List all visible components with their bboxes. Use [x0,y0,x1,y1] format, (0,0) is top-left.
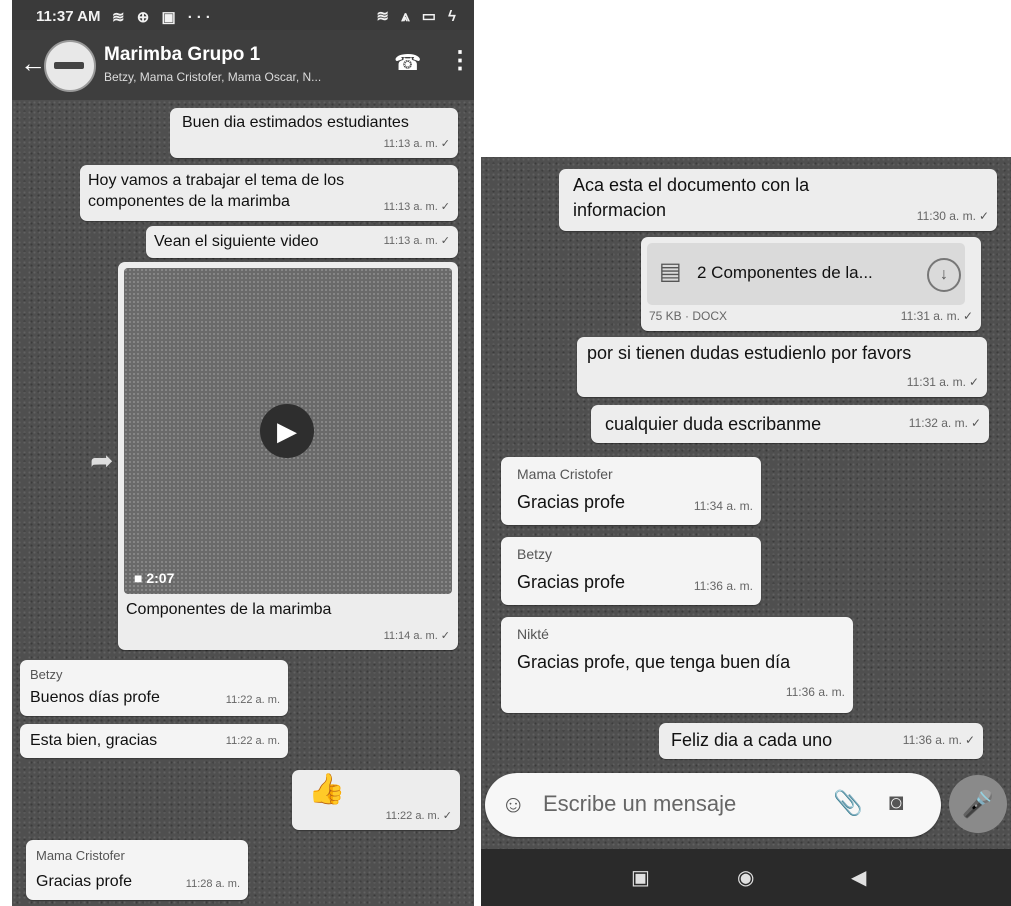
message-text-line1: Aca esta el documento con la [573,175,810,195]
message-sender: Betzy [30,667,63,682]
message-sender: Nikté [517,626,549,642]
message-sender: Betzy [517,546,553,562]
message-sender: Mama Cristofer [36,848,125,863]
chat-members: Betzy, Mama Cristofer, Mama Oscar, N... [104,70,322,84]
document-info: 75 KB · DOCX [649,309,728,323]
message-time: 11:22 a. m. ✓ [385,810,452,822]
group-avatar[interactable] [44,40,96,92]
forward-icon[interactable]: ➦ [90,444,113,477]
message-text: Buenos días profe [30,689,160,706]
message-text-line2: informacion [573,200,667,220]
video-caption: Componentes de la marimba [126,601,332,618]
message-text-line2: componentes de la marimba [88,193,290,210]
chat-header[interactable]: ← Marimba Grupo 1 Betzy, Mama Cristofer,… [12,30,474,100]
sticker-message[interactable]: 👍 11:22 a. m. ✓ [292,770,460,830]
download-icon[interactable]: ↓ [927,258,961,292]
read-check-icon: ✓ [964,733,975,747]
message-time: 11:31 a. m. ✓ [900,309,973,323]
message-text: por si tienen dudas estudienlo por favor… [587,343,912,363]
document-attachment[interactable]: ▤ 2 Componentes de la... ↓ [647,243,965,305]
message-time: 11:13 a. m. ✓ [383,138,450,150]
chat-screen-right: Aca esta el documento con la informacion… [481,157,1011,906]
message-incoming[interactable]: Betzy Gracias profe 11:36 a. m. [501,537,761,605]
video-duration: ■ 2:07 [134,570,175,586]
notification-icons: ≋ ⊕ ▣ ··· [112,9,215,26]
document-name: 2 Componentes de la... [697,263,873,282]
message-incoming[interactable]: Esta bien, gracias 11:22 a. m. [20,724,288,758]
message-text: Gracias profe [517,492,626,512]
read-check-icon: ✓ [440,235,450,247]
video-camera-icon: ■ [134,570,143,586]
recents-nav-icon[interactable]: ▣ [631,865,650,890]
home-nav-icon[interactable]: ◉ [737,865,754,890]
message-text: cualquier duda escribanme [605,414,822,434]
video-message[interactable]: ▶ ■ 2:07 Componentes de la marimba 11:14… [118,262,458,650]
message-outgoing[interactable]: Vean el siguiente video 11:13 a. m. ✓ [146,226,458,258]
message-incoming[interactable]: Betzy Buenos días profe 11:22 a. m. [20,660,288,716]
read-check-icon: ✓ [440,201,450,213]
overflow-menu-icon[interactable]: ⋮ [448,46,472,75]
message-text: Gracias profe, que tenga buen día [517,652,791,672]
message-text: Gracias profe [36,873,133,890]
read-check-icon: ✓ [440,138,450,150]
play-button-icon[interactable]: ▶ [260,404,314,458]
message-time: 11:32 a. m. ✓ [908,416,981,430]
message-time: 11:14 a. m. ✓ [383,630,450,642]
message-time: 11:13 a. m. ✓ [383,235,450,247]
message-text: Buen dia estimados estudiantes [182,114,409,131]
android-nav-bar: ▣ ◉ ◀ [481,849,1011,906]
message-incoming[interactable]: Mama Cristofer Gracias profe 11:28 a. m. [26,840,248,900]
read-check-icon: ✓ [968,375,979,389]
message-time: 11:36 a. m. [693,579,753,593]
message-incoming[interactable]: Mama Cristofer Gracias profe 11:34 a. m. [501,457,761,525]
message-time: 11:36 a. m. [785,685,845,699]
message-time: 11:30 a. m. ✓ [916,209,989,223]
attach-clip-icon[interactable]: 📎 [833,789,863,818]
message-outgoing[interactable]: Aca esta el documento con la informacion… [559,169,997,231]
status-bar: 11:37 AM ≋ ⊕ ▣ ··· ≋ ⩓ ▭ ϟ [12,0,474,30]
message-time: 11:22 a. m. [225,735,280,747]
message-time: 11:13 a. m. ✓ [383,201,450,213]
message-text: Vean el siguiente video [154,233,319,250]
message-time: 11:34 a. m. [693,499,753,513]
emoji-icon[interactable]: ☺ [501,791,526,819]
message-text-line1: Hoy vamos a trabajar el tema de los [88,172,345,189]
message-sender: Mama Cristofer [517,466,613,482]
message-time: 11:28 a. m. [185,878,240,890]
chat-screen-left: 11:37 AM ≋ ⊕ ▣ ··· ≋ ⩓ ▭ ϟ ← Marimba Gru… [12,0,474,906]
document-message[interactable]: ▤ 2 Componentes de la... ↓ 75 KB · DOCX … [641,237,981,331]
message-time: 11:36 a. m. ✓ [902,733,975,747]
message-text: Esta bien, gracias [30,732,158,749]
message-outgoing[interactable]: cualquier duda escribanme 11:32 a. m. ✓ [591,405,989,443]
add-call-icon[interactable]: ☎ [394,50,421,76]
mic-button-icon[interactable]: 🎤 [949,775,1007,833]
message-outgoing[interactable]: Hoy vamos a trabajar el tema de los comp… [80,165,458,221]
read-check-icon: ✓ [440,630,450,642]
camera-icon[interactable]: ◙ [889,789,904,817]
video-thumbnail[interactable]: ▶ ■ 2:07 [124,268,452,594]
message-input[interactable]: Escribe un mensaje [543,791,736,817]
back-nav-icon[interactable]: ◀ [851,865,866,890]
message-outgoing[interactable]: Feliz dia a cada uno 11:36 a. m. ✓ [659,723,983,759]
document-icon: ▤ [659,258,682,285]
message-text: Gracias profe [517,572,626,592]
thumbs-up-icon: 👍 [308,773,346,806]
read-check-icon: ✓ [970,416,981,430]
read-check-icon: ✓ [442,810,452,822]
read-check-icon: ✓ [978,209,989,223]
message-composer[interactable]: ☺ Escribe un mensaje 📎 ◙ [485,773,941,837]
message-time: 11:22 a. m. [225,694,280,706]
chat-title[interactable]: Marimba Grupo 1 [104,44,260,66]
back-arrow-icon[interactable]: ← [20,48,46,79]
signal-battery-icons: ≋ ⩓ ▭ ϟ [376,8,460,25]
message-time: 11:31 a. m. ✓ [906,375,979,389]
read-check-icon: ✓ [962,309,973,323]
message-outgoing[interactable]: Buen dia estimados estudiantes 11:13 a. … [170,108,458,158]
message-incoming[interactable]: Nikté Gracias profe, que tenga buen día … [501,617,853,713]
status-time: 11:37 AM [36,8,101,25]
message-outgoing[interactable]: por si tienen dudas estudienlo por favor… [577,337,987,397]
message-text: Feliz dia a cada uno [671,730,833,750]
